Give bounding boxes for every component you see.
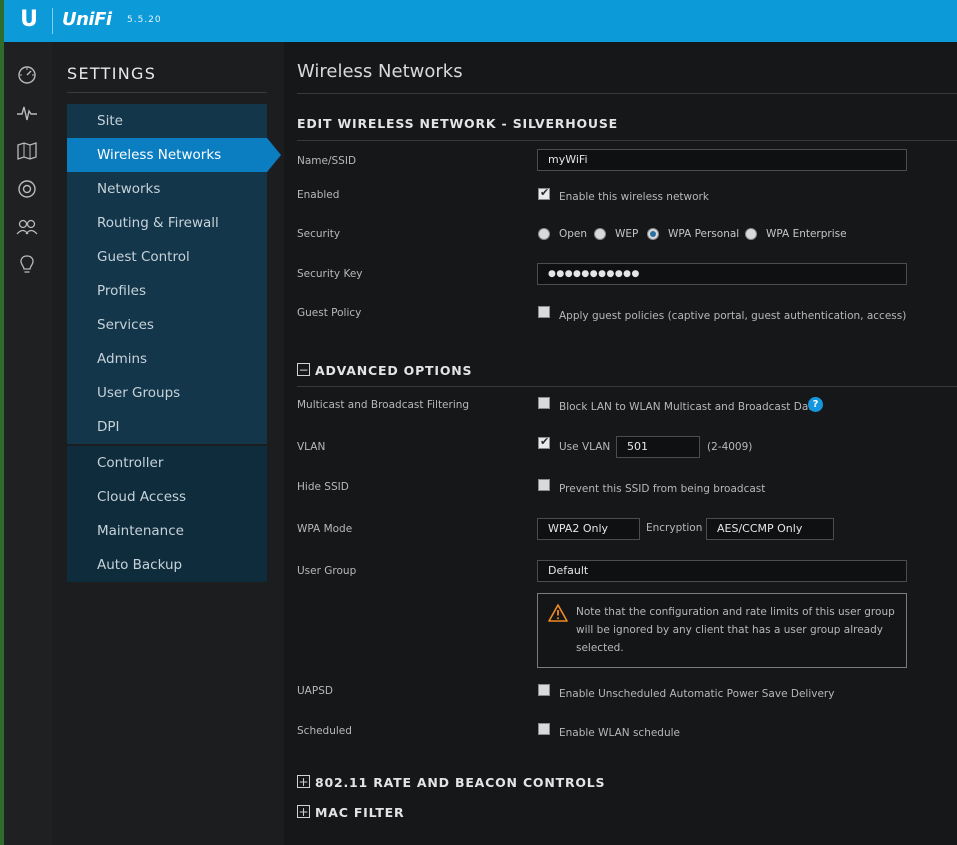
- ubiquiti-logo[interactable]: U: [18, 8, 40, 32]
- title-divider: [297, 93, 957, 94]
- multicast-label: Multicast and Broadcast Filtering: [297, 399, 470, 411]
- collapse-icon[interactable]: −: [297, 363, 310, 376]
- security-wpa-enterprise-radio[interactable]: [745, 228, 757, 240]
- encryption-label: Encryption: [646, 522, 703, 534]
- devices-icon[interactable]: [14, 176, 40, 202]
- security-label: Security: [297, 228, 341, 240]
- sidebar-item-auto-backup[interactable]: Auto Backup: [67, 548, 267, 582]
- security-key-input[interactable]: ●●●●●●●●●●●: [537, 263, 907, 285]
- rate-beacon-heading[interactable]: 802.11 RATE AND BEACON CONTROLS: [315, 775, 605, 790]
- security-wpa-personal-radio[interactable]: [647, 228, 659, 240]
- sidebar-item-dpi[interactable]: DPI: [67, 410, 267, 446]
- insights-icon[interactable]: [14, 252, 40, 278]
- security-open-radio[interactable]: [538, 228, 550, 240]
- enabled-label: Enabled: [297, 189, 340, 201]
- sidebar-item-wireless-networks[interactable]: Wireless Networks: [67, 138, 281, 172]
- advanced-options-heading[interactable]: ADVANCED OPTIONS: [315, 363, 472, 378]
- top-bar: U UniFi 5.5.20: [4, 0, 957, 42]
- multicast-text: Block LAN to WLAN Multicast and Broadcas…: [559, 401, 819, 413]
- security-open-label: Open: [559, 228, 588, 240]
- page-title: Wireless Networks: [297, 61, 463, 82]
- vlan-text: Use VLAN: [559, 441, 611, 453]
- vlan-label: VLAN: [297, 441, 326, 453]
- security-wpa-personal-label: WPA Personal: [668, 228, 740, 240]
- sidebar-item-admins[interactable]: Admins: [67, 342, 267, 376]
- security-wpa-enterprise-label: WPA Enterprise: [766, 228, 847, 240]
- hide-ssid-text: Prevent this SSID from being broadcast: [559, 483, 766, 495]
- vlan-input[interactable]: 501: [616, 436, 700, 458]
- sidebar-item-controller[interactable]: Controller: [67, 446, 267, 480]
- uapsd-text: Enable Unscheduled Automatic Power Save …: [559, 688, 835, 700]
- expand-icon[interactable]: +: [297, 805, 310, 818]
- sidebar-item-guest-control[interactable]: Guest Control: [67, 240, 267, 274]
- scheduled-text: Enable WLAN schedule: [559, 727, 681, 739]
- scheduled-checkbox[interactable]: [538, 723, 550, 735]
- guest-policy-checkbox[interactable]: [538, 306, 550, 318]
- vlan-range: (2-4009): [707, 441, 753, 453]
- section-divider: [297, 140, 957, 141]
- sidebar-item-services[interactable]: Services: [67, 308, 267, 342]
- sidebar-item-site[interactable]: Site: [67, 104, 267, 138]
- encryption-select[interactable]: AES/CCMP Only: [706, 518, 834, 540]
- user-group-warning: Note that the configuration and rate lim…: [537, 593, 907, 668]
- vlan-checkbox[interactable]: [538, 435, 550, 449]
- uapsd-checkbox[interactable]: [538, 684, 550, 696]
- warning-icon: [548, 604, 568, 622]
- logo-divider: [52, 8, 53, 34]
- sidebar-item-maintenance[interactable]: Maintenance: [67, 514, 267, 548]
- sidebar-item-profiles[interactable]: Profiles: [67, 274, 267, 308]
- statistics-icon[interactable]: [14, 100, 40, 126]
- security-key-label: Security Key: [297, 268, 363, 280]
- hide-ssid-checkbox[interactable]: [538, 479, 550, 491]
- app-name: UniFi: [62, 9, 112, 30]
- map-icon[interactable]: [14, 138, 40, 164]
- guest-policy-text: Apply guest policies (captive portal, gu…: [559, 310, 907, 322]
- icon-rail: [4, 42, 52, 845]
- dashboard-icon[interactable]: [14, 62, 40, 88]
- sidebar-item-networks[interactable]: Networks: [67, 172, 267, 206]
- user-group-label: User Group: [297, 565, 357, 577]
- sidebar-item-routing-firewall[interactable]: Routing & Firewall: [67, 206, 267, 240]
- ssid-label: Name/SSID: [297, 155, 357, 167]
- enabled-checkbox[interactable]: [538, 186, 550, 200]
- settings-title: SETTINGS: [67, 64, 157, 83]
- mac-filter-heading[interactable]: MAC FILTER: [315, 805, 404, 820]
- sidebar-item-cloud-access[interactable]: Cloud Access: [67, 480, 267, 514]
- hide-ssid-label: Hide SSID: [297, 481, 349, 493]
- settings-divider: [67, 92, 267, 93]
- expand-icon[interactable]: +: [297, 775, 310, 788]
- wpa-mode-label: WPA Mode: [297, 523, 353, 535]
- edit-network-heading: EDIT WIRELESS NETWORK - SILVERHOUSE: [297, 116, 619, 131]
- guest-policy-label: Guest Policy: [297, 307, 362, 319]
- scheduled-label: Scheduled: [297, 725, 352, 737]
- help-icon[interactable]: ?: [808, 397, 823, 412]
- wpa-mode-select[interactable]: WPA2 Only: [537, 518, 640, 540]
- enabled-text: Enable this wireless network: [559, 191, 709, 203]
- security-wep-label: WEP: [615, 228, 639, 240]
- user-group-select[interactable]: Default: [537, 560, 907, 582]
- security-wep-radio[interactable]: [594, 228, 606, 240]
- clients-icon[interactable]: [14, 214, 40, 240]
- advanced-divider: [297, 386, 957, 387]
- multicast-checkbox[interactable]: [538, 397, 550, 409]
- uapsd-label: UAPSD: [297, 685, 333, 697]
- app-version: 5.5.20: [127, 15, 162, 25]
- ssid-input[interactable]: myWiFi: [537, 149, 907, 171]
- warning-text: Note that the configuration and rate lim…: [576, 606, 895, 654]
- sidebar-item-user-groups[interactable]: User Groups: [67, 376, 267, 410]
